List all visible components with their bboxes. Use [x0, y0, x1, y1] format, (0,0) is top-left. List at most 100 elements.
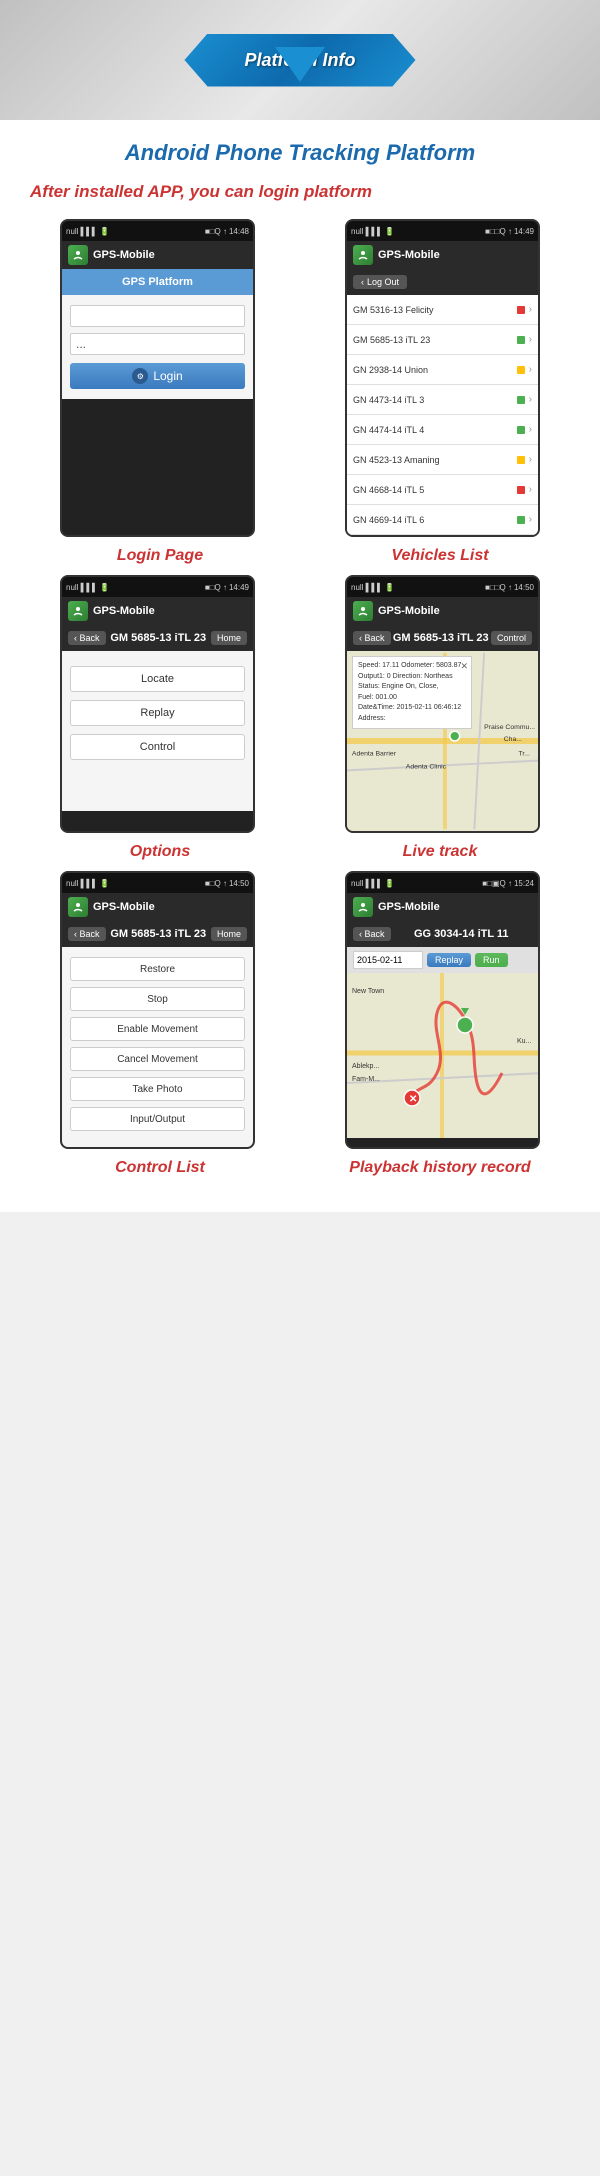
vehicle-item[interactable]: GN 2938-14 Union ›	[347, 355, 538, 385]
vehicle-item[interactable]: GM 5685-13 iTL 23 ›	[347, 325, 538, 355]
p-icons: ■□▣Q ↑	[482, 879, 512, 888]
vehicle-item[interactable]: GN 4669-14 iTL 6 ›	[347, 505, 538, 535]
svg-text:Fam-M...: Fam-M...	[352, 1076, 380, 1083]
livetrack-nav-title: GM 5685-13 iTL 23	[391, 632, 491, 644]
input-output-button[interactable]: Input/Output	[70, 1107, 245, 1131]
login-button[interactable]: ⚙ Login	[70, 363, 245, 389]
playback-date-input[interactable]	[353, 951, 423, 969]
control-app-bar: GPS-Mobile	[62, 893, 253, 921]
login-nav-bar: GPS Platform	[62, 269, 253, 295]
lt-battery: 🔋	[385, 583, 395, 592]
chevron-right-icon: ›	[529, 364, 532, 375]
playback-phone-screen: null ▌▌▌ 🔋 ■□▣Q ↑ 15:24 GPS-Mobile	[345, 871, 540, 1149]
signal-text: null	[66, 227, 78, 236]
svg-text:Ablekp...: Ablekp...	[352, 1063, 379, 1070]
info-close-btn[interactable]: ✕	[460, 660, 468, 674]
status-indicator	[517, 486, 525, 494]
status-indicator	[517, 426, 525, 434]
c-battery: 🔋	[100, 879, 110, 888]
cancel-movement-button[interactable]: Cancel Movement	[70, 1047, 245, 1071]
control-app-icon	[68, 897, 88, 917]
locate-button[interactable]: Locate	[70, 666, 245, 692]
main-title: Android Phone Tracking Platform	[0, 120, 600, 174]
vehicle-item[interactable]: GM 5316-13 Felicity ›	[347, 295, 538, 325]
stop-label: Stop	[147, 994, 168, 1005]
login-username-input[interactable]	[70, 305, 245, 327]
banner-diamond	[275, 47, 325, 82]
vehicle-name: GN 4523-13 Amaning	[353, 455, 514, 465]
svg-text:✕: ✕	[409, 1094, 417, 1105]
logout-btn-label: Log Out	[367, 277, 399, 287]
svg-text:Cha...: Cha...	[504, 736, 522, 743]
vehicles-time: 14:49	[514, 227, 534, 236]
playback-run-button[interactable]: Run	[475, 953, 508, 967]
vehicles-list: GM 5316-13 Felicity › GM 5685-13 iTL 23 …	[347, 295, 538, 535]
vehicle-name: GM 5316-13 Felicity	[353, 305, 514, 315]
control-status-bar: null ▌▌▌ 🔋 ■□Q ↑ 14:50	[62, 873, 253, 893]
playback-back-button[interactable]: ‹ Back	[353, 927, 391, 941]
vehicles-nav-bar: ‹ Log Out	[347, 269, 538, 295]
chevron-right-icon: ›	[529, 394, 532, 405]
livetrack-app-title: GPS-Mobile	[378, 605, 440, 617]
p-battery: 🔋	[385, 879, 395, 888]
vehicle-item[interactable]: GN 4523-13 Amaning ›	[347, 445, 538, 475]
livetrack-nav-bar: ‹ Back GM 5685-13 iTL 23 Control	[347, 625, 538, 651]
o-icons: ■□Q ↑	[205, 583, 227, 592]
battery-icon: 🔋	[99, 227, 109, 236]
sub-title: After installed APP, you can login platf…	[0, 174, 600, 214]
vehicle-name: GN 4668-14 iTL 5	[353, 485, 514, 495]
login-app-icon	[68, 245, 88, 265]
v-signal: null ▌▌▌	[351, 227, 383, 236]
livetrack-status-bar: null ▌▌▌ 🔋 ■□□Q ↑ 14:50	[347, 577, 538, 597]
vehicle-item[interactable]: GN 4473-14 iTL 3 ›	[347, 385, 538, 415]
login-app-bar: GPS-Mobile	[62, 241, 253, 269]
vehicles-status-left: null ▌▌▌ 🔋	[351, 227, 395, 236]
options-content: Locate Replay Control	[62, 651, 253, 811]
o-battery: 🔋	[100, 583, 110, 592]
livetrack-app-icon	[353, 601, 373, 621]
playback-nav-bar: ‹ Back GG 3034-14 iTL 11	[347, 921, 538, 947]
options-home-button[interactable]: Home	[211, 631, 247, 645]
enable-movement-button[interactable]: Enable Movement	[70, 1017, 245, 1041]
options-app-bar: GPS-Mobile	[62, 597, 253, 625]
take-photo-button[interactable]: Take Photo	[70, 1077, 245, 1101]
input-output-label: Input/Output	[130, 1114, 185, 1125]
fuel-info: Fuel: 001.00	[358, 693, 466, 704]
options-back-button[interactable]: ‹ Back	[68, 631, 106, 645]
svg-text:New Town: New Town	[352, 988, 384, 995]
control-back-button[interactable]: ‹ Back	[68, 927, 106, 941]
vehicle-item[interactable]: GN 4474-14 iTL 4 ›	[347, 415, 538, 445]
replay-button[interactable]: Replay	[70, 700, 245, 726]
screens-row-1: null ▌▌▌ 🔋 ■□Q ↑ 14:48 GPS-Mobile	[0, 214, 600, 542]
banner-section: Platform Info	[0, 0, 600, 120]
status-indicator	[517, 456, 525, 464]
playback-replay-button[interactable]: Replay	[427, 953, 471, 967]
vehicle-item[interactable]: GN 4668-14 iTL 5 ›	[347, 475, 538, 505]
svg-text:Adenta Clinic: Adenta Clinic	[406, 763, 447, 770]
vehicle-name: GM 5685-13 iTL 23	[353, 335, 514, 345]
playback-status-bar: null ▌▌▌ 🔋 ■□▣Q ↑ 15:24	[347, 873, 538, 893]
livetrack-app-bar: GPS-Mobile	[347, 597, 538, 625]
svg-text:Praise Commu...: Praise Commu...	[484, 724, 535, 731]
replay-label: Replay	[140, 707, 174, 719]
livetrack-control-button[interactable]: Control	[491, 631, 532, 645]
chevron-right-icon: ›	[529, 454, 532, 465]
control-label: Control	[140, 741, 175, 753]
c-icons: ■□Q ↑	[205, 879, 227, 888]
svg-text:Tr...: Tr...	[518, 751, 530, 758]
login-password-input[interactable]: ...	[70, 333, 245, 355]
vehicle-name: GN 2938-14 Union	[353, 365, 514, 375]
v-icons: ■□□Q ↑	[485, 227, 512, 236]
page-content: Android Phone Tracking Platform After in…	[0, 120, 600, 1212]
control-home-button[interactable]: Home	[211, 927, 247, 941]
options-nav-bar: ‹ Back GM 5685-13 iTL 23 Home	[62, 625, 253, 651]
livetrack-back-button[interactable]: ‹ Back	[353, 631, 391, 645]
playback-map-svg: ✕ New Town Ablekp... Fam-M... Ku...	[347, 973, 538, 1138]
restore-button[interactable]: Restore	[70, 957, 245, 981]
control-button[interactable]: Control	[70, 734, 245, 760]
options-label: Options	[63, 843, 258, 861]
address-info: Address:	[358, 714, 466, 725]
logout-button[interactable]: ‹ Log Out	[353, 275, 407, 289]
stop-button[interactable]: Stop	[70, 987, 245, 1011]
playback-nav-title: GG 3034-14 iTL 11	[391, 928, 532, 940]
